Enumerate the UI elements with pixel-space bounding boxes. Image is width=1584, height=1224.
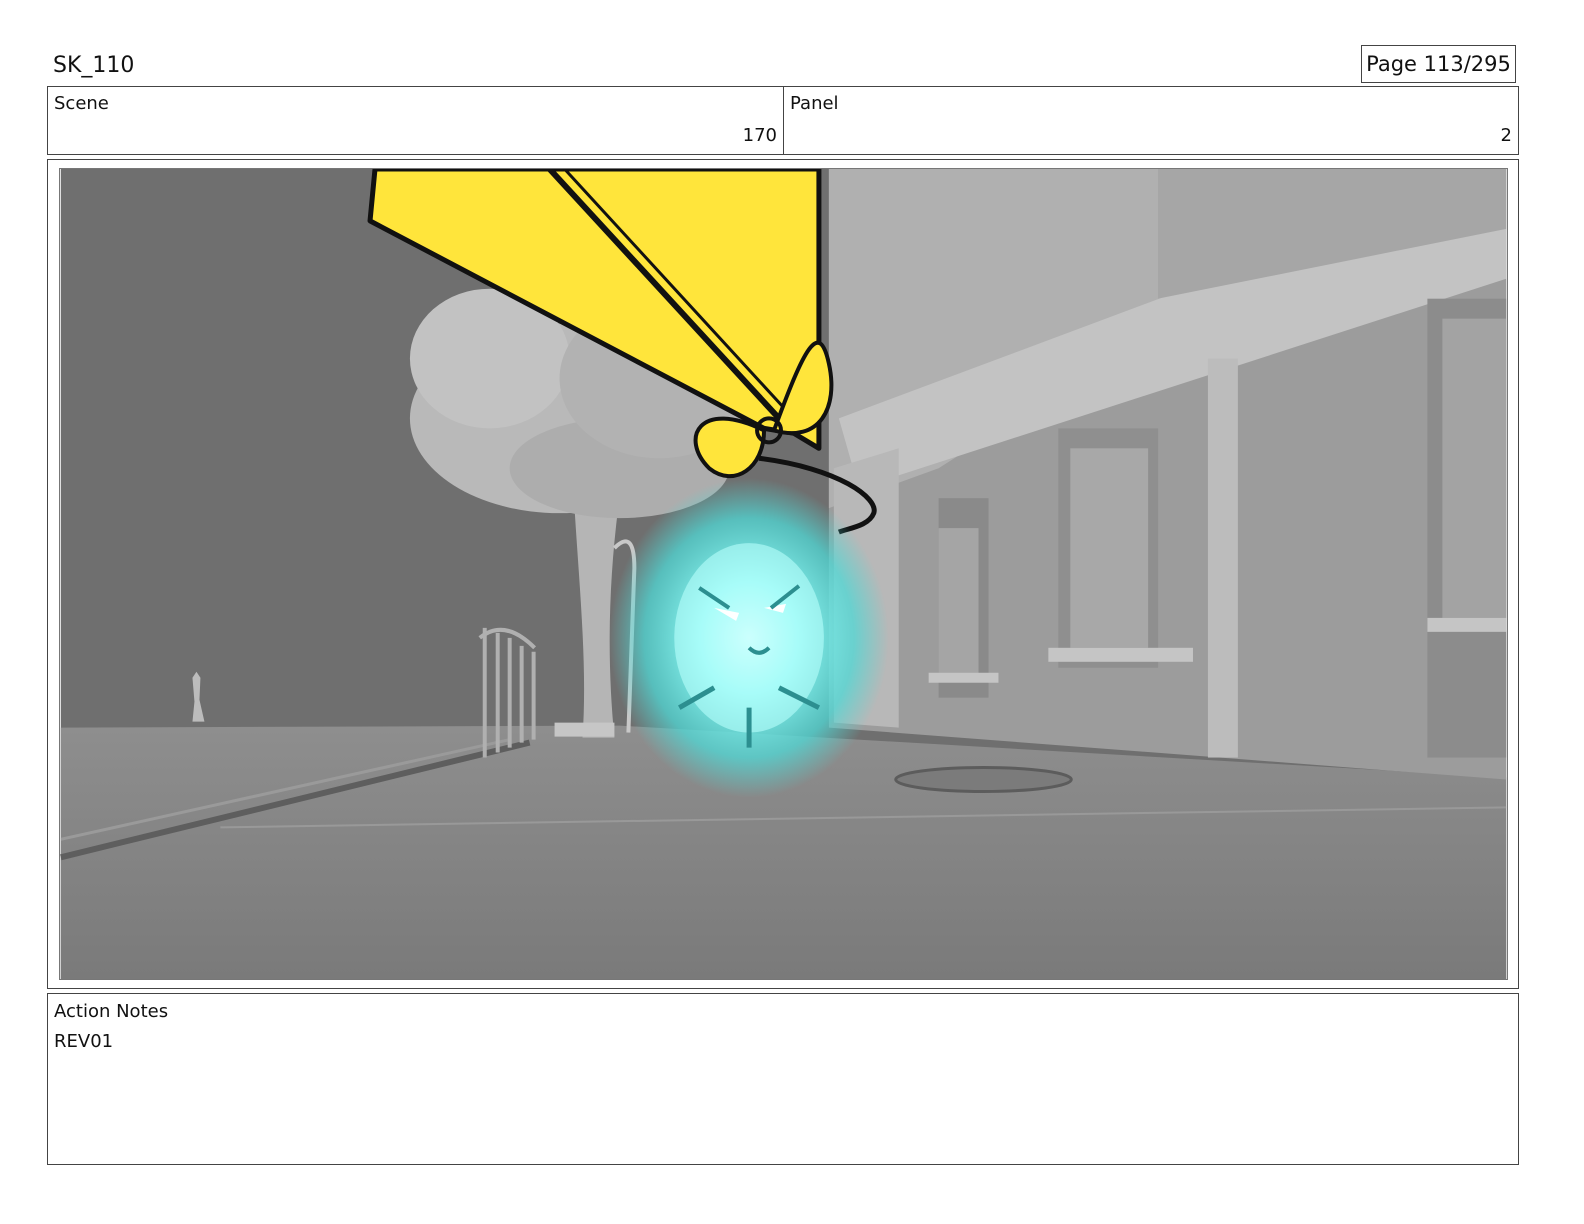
panel-number: 2 (1500, 125, 1512, 146)
storyboard-image-frame (47, 159, 1519, 989)
page-number: Page 113/295 (1361, 45, 1516, 83)
action-notes-label: Action Notes (54, 1001, 169, 1022)
planter (554, 722, 615, 737)
scene-number: 170 (742, 125, 777, 146)
scene-label: Scene (54, 93, 109, 114)
manhole-cover (894, 766, 1073, 793)
storyboard-sequence-title: SK_110 (53, 53, 135, 78)
panel-cell: Panel 2 (784, 87, 1518, 154)
building (828, 169, 1507, 780)
scene-panel-info-row: Scene 170 Panel 2 (47, 86, 1519, 155)
action-notes-text: REV01 (54, 1031, 114, 1052)
action-notes-box: Action Notes REV01 (47, 993, 1519, 1165)
panel-label: Panel (790, 93, 839, 114)
storyboard-panel-drawing (59, 168, 1508, 980)
scene-cell: Scene 170 (48, 87, 784, 154)
glowing-ghost-creature (609, 478, 889, 798)
